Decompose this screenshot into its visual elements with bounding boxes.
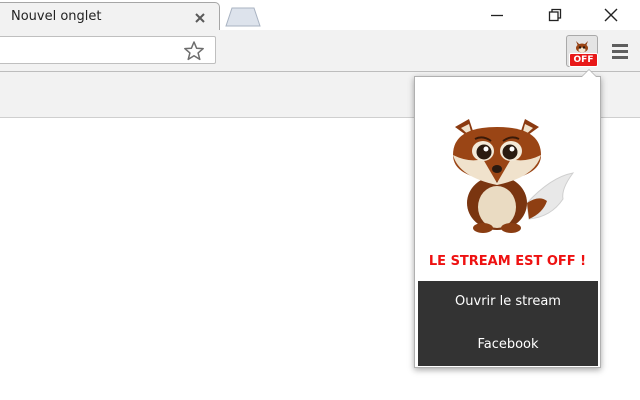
new-tab-icon[interactable]	[222, 7, 262, 27]
extension-popup: LE STREAM EST OFF ! Ouvrir le stream Fac…	[414, 69, 601, 368]
address-bar[interactable]	[0, 36, 216, 64]
tab-title: Nouvel onglet	[11, 9, 102, 24]
popup-menu: Ouvrir le stream Facebook	[418, 281, 598, 366]
star-icon[interactable]	[183, 40, 205, 62]
facebook-link[interactable]: Facebook	[418, 324, 598, 366]
browser-window: Nouvel onglet OFF LE STREAM EST OFF ! Ou…	[0, 0, 640, 400]
open-stream-link[interactable]: Ouvrir le stream	[418, 281, 598, 323]
minimize-button[interactable]	[474, 0, 520, 30]
tab-new-tab[interactable]: Nouvel onglet	[0, 2, 220, 30]
popup-arrow	[581, 69, 597, 77]
close-icon[interactable]	[193, 10, 207, 24]
restore-button[interactable]	[532, 0, 578, 30]
tab-strip: Nouvel onglet	[0, 0, 640, 30]
close-window-button[interactable]	[588, 0, 634, 30]
hamburger-menu-icon[interactable]	[609, 40, 631, 62]
minimize-icon	[491, 14, 503, 17]
extension-badge: OFF	[569, 53, 598, 67]
restore-icon	[548, 8, 562, 22]
extension-button[interactable]: OFF	[566, 35, 598, 67]
close-icon	[604, 8, 618, 22]
stream-status-text: LE STREAM EST OFF !	[428, 254, 587, 269]
toolbar: OFF	[0, 30, 640, 72]
fox-mascot-image	[453, 119, 575, 233]
